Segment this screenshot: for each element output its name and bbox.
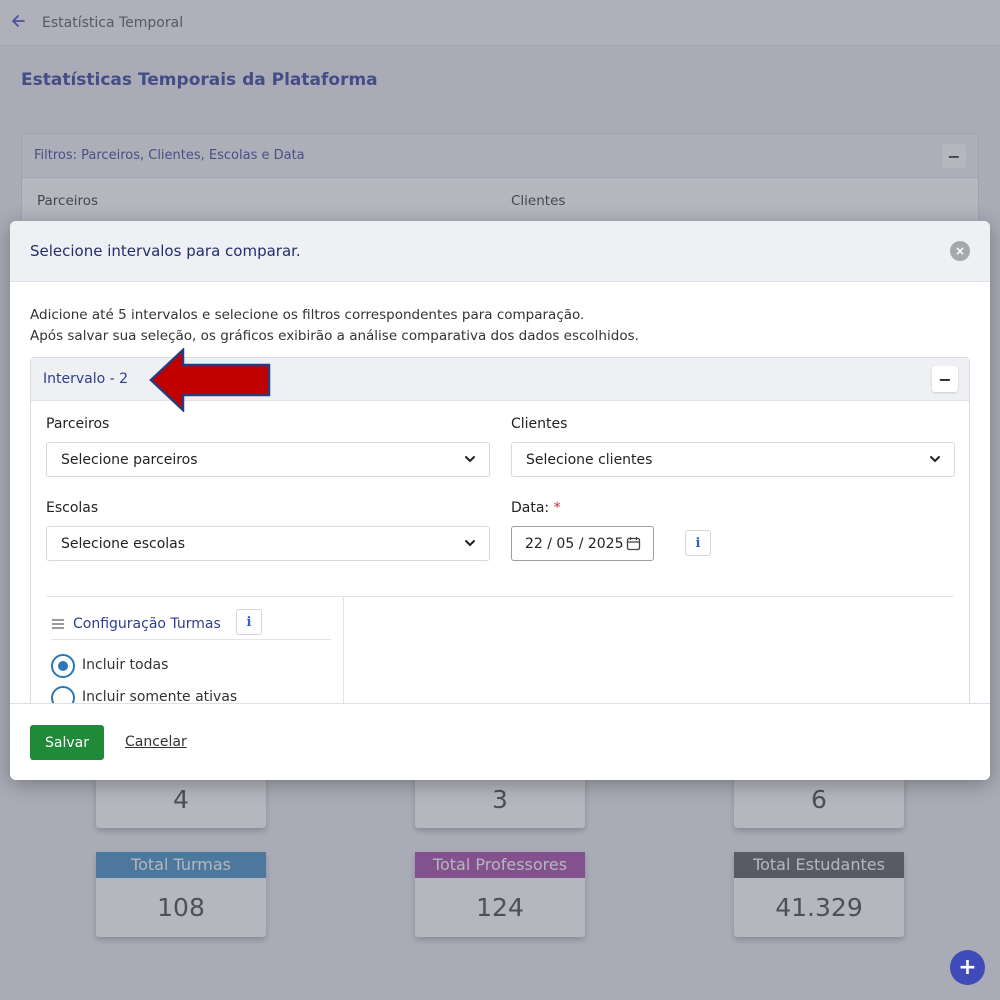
modal-title: Selecione intervalos para comparar. bbox=[30, 242, 301, 260]
chevron-down-icon bbox=[465, 456, 475, 463]
modal-body[interactable]: Adicione até 5 intervalos e selecione os… bbox=[10, 282, 990, 703]
radio-incluir-ativas-label[interactable]: Incluir somente ativas bbox=[82, 689, 237, 703]
parceiros-label: Parceiros bbox=[46, 416, 110, 432]
modal-footer: Salvar Cancelar bbox=[10, 703, 990, 780]
escolas-label: Escolas bbox=[46, 500, 99, 516]
interval-card: Intervalo - 2 − Parceiros Selecione parc… bbox=[30, 348, 970, 703]
description-line-1: Adicione até 5 intervalos e selecione os… bbox=[30, 307, 585, 323]
escolas-select-value: Selecione escolas bbox=[61, 535, 186, 552]
clientes-select[interactable]: Selecione clientes bbox=[511, 442, 955, 477]
date-input[interactable]: 22 / 05 / 2025 bbox=[511, 526, 654, 561]
modal-header: Selecione intervalos para comparar. × bbox=[10, 221, 990, 282]
radio-incluir-todas[interactable] bbox=[51, 654, 75, 678]
column-divider bbox=[343, 596, 344, 703]
description-line-2: Após salvar sua seleção, os gráficos exi… bbox=[30, 328, 639, 344]
clientes-select-value: Selecione clientes bbox=[526, 451, 653, 468]
interval-title: Intervalo - 2 bbox=[43, 371, 129, 387]
parceiros-select-value: Selecione parceiros bbox=[61, 451, 198, 468]
red-arrow-icon bbox=[149, 348, 271, 412]
turmas-config-header: Configuração Turmas bbox=[51, 608, 331, 640]
data-label-text: Data: bbox=[511, 500, 550, 516]
escolas-select[interactable]: Selecione escolas bbox=[46, 526, 490, 561]
required-marker: * bbox=[553, 500, 561, 516]
date-input-value: 22 / 05 / 2025 bbox=[525, 535, 624, 552]
interval-collapse-button[interactable]: − bbox=[932, 366, 958, 392]
compare-intervals-modal: Selecione intervalos para comparar. × Ad… bbox=[10, 221, 990, 780]
radio-incluir-todas-label[interactable]: Incluir todas bbox=[82, 657, 168, 673]
menu-lines-icon bbox=[52, 618, 64, 629]
section-divider bbox=[46, 596, 954, 597]
calendar-icon[interactable] bbox=[626, 536, 641, 551]
turmas-info-button[interactable]: i bbox=[236, 609, 262, 635]
data-label: Data: * bbox=[511, 500, 561, 516]
close-icon[interactable]: × bbox=[950, 241, 970, 261]
radio-incluir-ativas[interactable] bbox=[51, 686, 75, 703]
modal-description: Adicione até 5 intervalos e selecione os… bbox=[30, 305, 639, 347]
cancel-button[interactable]: Cancelar bbox=[125, 734, 187, 750]
date-info-button[interactable]: i bbox=[685, 530, 711, 556]
clientes-label: Clientes bbox=[511, 416, 568, 432]
parceiros-select[interactable]: Selecione parceiros bbox=[46, 442, 490, 477]
save-button[interactable]: Salvar bbox=[30, 725, 104, 760]
chevron-down-icon bbox=[465, 540, 475, 547]
add-floating-button[interactable]: + bbox=[950, 950, 985, 985]
turmas-config-label: Configuração Turmas bbox=[73, 615, 221, 632]
chevron-down-icon bbox=[930, 456, 940, 463]
